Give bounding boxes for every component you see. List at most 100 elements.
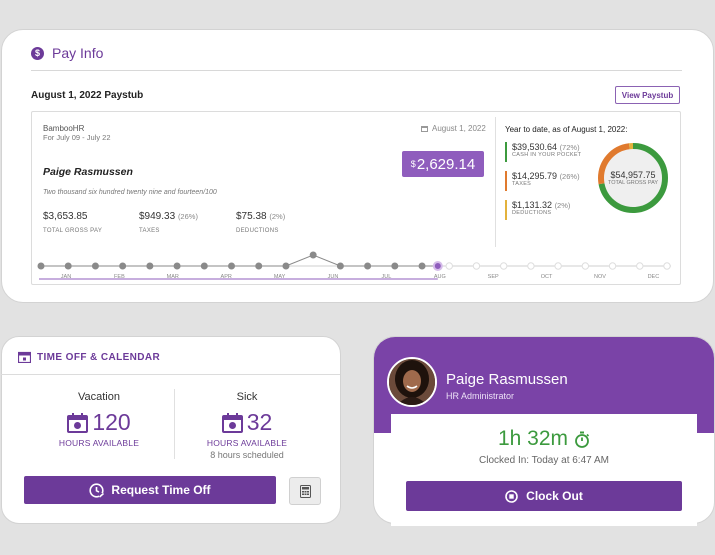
ytd-color-bar [505, 200, 507, 220]
request-time-off-label: Request Time Off [111, 483, 211, 497]
month-label: JUN [327, 274, 339, 280]
timeline-point[interactable] [663, 262, 671, 270]
ytd-deductions-pct: (2%) [554, 201, 571, 210]
deductions-amount: $75.38 [236, 211, 267, 222]
pay-date-text: August 1, 2022 [432, 124, 486, 133]
timeline-point[interactable] [636, 262, 644, 270]
ytd-color-bar [505, 142, 507, 162]
timeline-point[interactable] [119, 262, 127, 270]
employee-role: HR Administrator [446, 391, 515, 401]
timeline-selected-point[interactable] [432, 261, 443, 271]
timeline-point[interactable] [37, 262, 45, 270]
view-paystub-button[interactable]: View Paystub [615, 86, 680, 104]
ytd-title: Year to date, as of August 1, 2022: [505, 125, 628, 134]
month-label: NOV [594, 274, 606, 280]
deductions-label: DEDUCTIONS [236, 228, 279, 234]
vacation-label: Vacation [78, 391, 120, 403]
ytd-total-value: $54,957.75 [610, 170, 656, 180]
vacation-calendar-icon [67, 412, 89, 433]
request-time-off-button[interactable]: Request Time Off [24, 476, 276, 504]
timeline-point[interactable] [527, 262, 535, 270]
timeline-point[interactable] [255, 262, 263, 270]
pay-info-header: $ Pay Info [31, 45, 103, 61]
taxes-value: $949.33 (26%) [139, 211, 198, 222]
avatar [387, 357, 437, 407]
employee-name: Paige Rasmussen [43, 166, 133, 178]
ytd-cash-amount: $39,530.64 [512, 142, 558, 152]
timeline-point[interactable] [282, 262, 290, 270]
vacation-balance[interactable]: Vacation 120 HOURS AVAILABLE [14, 391, 184, 448]
month-label: FEB [114, 274, 125, 280]
month-label: JAN [60, 274, 72, 280]
company-name: BambooHR [43, 124, 85, 133]
timeline-point[interactable] [146, 262, 154, 270]
ytd-taxes-row: $14,295.79 (26%) TAXES [505, 171, 580, 191]
timeline-point[interactable] [499, 262, 508, 270]
month-label: MAR [166, 274, 179, 280]
timeline-point[interactable] [418, 262, 426, 270]
timeline-point[interactable] [391, 262, 399, 270]
net-pay-badge: $ 2,629.14 [402, 151, 484, 177]
timeline-point[interactable] [581, 262, 590, 270]
timeline-point[interactable] [91, 262, 99, 270]
plane-clock-icon [89, 482, 105, 498]
divider [1, 374, 340, 375]
ytd-deductions-amount: $1,131.32 [512, 200, 553, 210]
timeline-point[interactable] [173, 262, 181, 270]
clock-out-label: Clock Out [526, 489, 583, 503]
taxes-pct: (26%) [177, 212, 198, 221]
ytd-deductions-row: $1,131.32 (2%) DEDUCTIONS [505, 200, 571, 220]
month-label: DEC [647, 274, 660, 280]
timeline-point[interactable] [472, 262, 481, 270]
clock-out-button[interactable]: Clock Out [406, 481, 682, 511]
month-label: APR [220, 274, 232, 280]
calculator-icon [299, 484, 311, 498]
calculator-button[interactable] [289, 477, 321, 505]
currency-symbol: $ [410, 159, 416, 169]
month-label: OCT [540, 274, 553, 280]
taxes-amount: $949.33 [139, 211, 176, 222]
timeline-point[interactable] [445, 262, 453, 270]
ytd-color-bar [505, 171, 507, 191]
timeline-point[interactable] [608, 262, 617, 270]
ytd-cash-label: CASH IN YOUR POCKET [512, 152, 582, 158]
elapsed-time-text: 1h 32m [497, 427, 569, 450]
timeline-point[interactable] [554, 262, 562, 270]
ytd-taxes-amount: $14,295.79 [512, 171, 558, 181]
gross-pay-amount: $3,653.85 [43, 211, 88, 222]
ytd-taxes-label: TAXES [512, 181, 532, 187]
pay-info-title: Pay Info [52, 45, 104, 61]
timeline-point[interactable] [336, 262, 344, 270]
sick-hours: 32 [246, 409, 273, 435]
time-off-header: TIME OFF & CALENDAR [18, 351, 160, 363]
timeline-line [41, 254, 438, 267]
timeline-point[interactable] [228, 262, 236, 270]
time-off-title: TIME OFF & CALENDAR [37, 351, 161, 363]
timeline-point[interactable] [309, 251, 317, 259]
stop-icon [505, 489, 518, 503]
elapsed-time: 1h 32m [391, 427, 697, 451]
month-label: MAY [273, 274, 286, 280]
pay-date: August 1, 2022 [421, 124, 486, 133]
taxes-label: TAXES [139, 228, 160, 234]
sick-label: Sick [236, 391, 258, 403]
stopwatch-icon [575, 431, 590, 448]
vacation-hours-label: HOURS AVAILABLE [58, 438, 140, 448]
timeline-point[interactable] [364, 262, 372, 270]
gross-pay-label: TOTAL GROSS PAY [43, 228, 103, 234]
sick-hours-label: HOURS AVAILABLE [206, 438, 288, 448]
vacation-hours: 120 [92, 409, 131, 435]
donut-center: $54,957.75 TOTAL GROSS PAY [596, 141, 670, 215]
amount-in-words: Two thousand six hundred twenty nine and… [43, 189, 217, 196]
sick-calendar-icon [221, 412, 243, 433]
ytd-taxes-pct: (26%) [559, 172, 580, 181]
sick-balance[interactable]: Sick 32 HOURS AVAILABLE 8 hours schedule… [162, 391, 332, 460]
user-photo [389, 359, 435, 405]
timeline-point[interactable] [64, 262, 72, 270]
net-pay-amount: 2,629.14 [416, 155, 476, 173]
ytd-cash-row: $39,530.64 (72%) CASH IN YOUR POCKET [505, 142, 582, 162]
deductions-value: $75.38 (2%) [236, 211, 285, 222]
timeline-point[interactable] [200, 262, 208, 270]
sick-scheduled: 8 hours scheduled [210, 450, 284, 460]
paystub-timeline[interactable] [35, 245, 675, 280]
